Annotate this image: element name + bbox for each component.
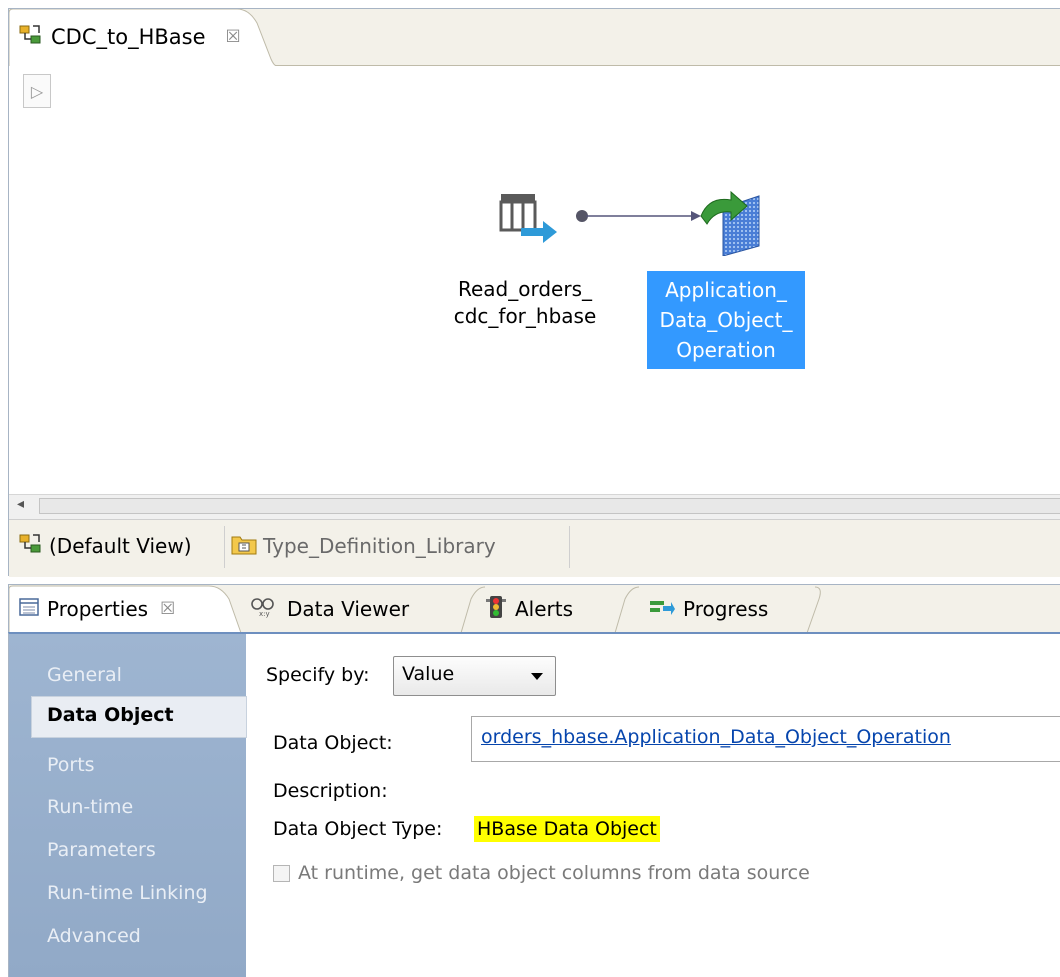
tab-alerts[interactable]: Alerts bbox=[485, 585, 573, 633]
properties-body: General Data Object Ports Run-time Param… bbox=[8, 632, 1060, 977]
mapping-icon bbox=[19, 533, 43, 560]
tab-separator bbox=[569, 526, 570, 568]
nav-item-run-time[interactable]: Run-time bbox=[47, 796, 133, 818]
properties-icon bbox=[19, 597, 39, 621]
read-transformation-label[interactable]: Read_orders_ cdc_for_hbase bbox=[449, 276, 601, 330]
editor-tab-title: CDC_to_HBase bbox=[51, 25, 206, 49]
write-label-line-2: Data_Object_ bbox=[659, 308, 793, 332]
specify-by-select[interactable]: Value bbox=[393, 656, 556, 696]
nav-item-ports[interactable]: Ports bbox=[47, 754, 95, 776]
runtime-columns-option: At runtime, get data object columns from… bbox=[273, 862, 810, 884]
read-label-line-1: Read_orders_ bbox=[457, 277, 592, 301]
data-viewer-icon: x:y bbox=[249, 596, 279, 623]
tab-separator bbox=[224, 526, 225, 568]
properties-content: Specify by: Value Data Object: orders_hb… bbox=[246, 634, 1060, 977]
data-object-link[interactable]: orders_hbase.Application_Data_Object_Ope… bbox=[481, 726, 951, 748]
library-folder-icon bbox=[231, 533, 257, 560]
read-label-line-2: cdc_for_hbase bbox=[453, 304, 597, 328]
editor-tab-bar: CDC_to_HBase ☒ bbox=[9, 9, 1060, 66]
tab-data-viewer[interactable]: x:y Data Viewer bbox=[249, 585, 409, 633]
nav-item-advanced[interactable]: Advanced bbox=[47, 925, 141, 947]
specify-by-value: Value bbox=[402, 663, 455, 685]
write-data-object-icon[interactable] bbox=[697, 186, 767, 257]
tab-type-definition-library[interactable]: Type_Definition_Library bbox=[231, 528, 496, 564]
mapping-canvas[interactable]: ▷ Read_orders_ cdc_for_hbase Application… bbox=[9, 66, 1060, 494]
properties-panel: Properties ☒ x:y Data Viewer Alerts Prog… bbox=[8, 584, 1060, 977]
traffic-light-icon bbox=[485, 595, 507, 624]
chevron-down-icon bbox=[531, 673, 543, 680]
close-icon[interactable]: ☒ bbox=[160, 599, 175, 619]
play-icon: ▷ bbox=[30, 81, 44, 101]
runtime-columns-label: At runtime, get data object columns from… bbox=[298, 862, 810, 884]
tab-default-view-label: (Default View) bbox=[49, 534, 192, 558]
tab-progress-label: Progress bbox=[683, 597, 769, 621]
specify-by-label: Specify by: bbox=[266, 664, 370, 686]
horizontal-scrollbar[interactable]: ◂ bbox=[9, 494, 1060, 519]
nav-item-parameters[interactable]: Parameters bbox=[47, 839, 156, 861]
write-data-object-label[interactable]: Application_ Data_Object_ Operation bbox=[647, 271, 805, 369]
description-label: Description: bbox=[273, 780, 388, 802]
tab-type-definition-library-label: Type_Definition_Library bbox=[263, 534, 496, 558]
read-transformation-icon[interactable] bbox=[499, 192, 559, 244]
link-connector[interactable] bbox=[569, 206, 709, 226]
write-label-line-3: Operation bbox=[676, 338, 776, 362]
scrollbar-track[interactable] bbox=[39, 498, 1060, 514]
view-tab-bar: (Default View) Type_Definition_Library bbox=[9, 519, 1060, 577]
data-object-type-label: Data Object Type: bbox=[273, 818, 443, 840]
tab-alerts-label: Alerts bbox=[515, 597, 574, 621]
tab-data-viewer-label: Data Viewer bbox=[287, 597, 410, 621]
properties-nav: General Data Object Ports Run-time Param… bbox=[9, 634, 247, 977]
close-icon[interactable]: ☒ bbox=[226, 27, 241, 47]
tab-progress[interactable]: Progress bbox=[649, 585, 768, 633]
run-button[interactable]: ▷ bbox=[23, 74, 51, 108]
tab-default-view[interactable]: (Default View) bbox=[19, 528, 192, 564]
nav-item-data-object[interactable]: Data Object bbox=[47, 704, 174, 726]
progress-icon bbox=[649, 597, 675, 621]
scroll-left-icon[interactable]: ◂ bbox=[17, 496, 24, 512]
data-object-type-value: HBase Data Object bbox=[474, 816, 660, 842]
nav-item-general[interactable]: General bbox=[47, 664, 122, 686]
data-object-label: Data Object: bbox=[273, 732, 393, 754]
editor-tab-cdc-to-hbase[interactable]: CDC_to_HBase ☒ bbox=[9, 9, 277, 66]
nav-item-run-time-linking[interactable]: Run-time Linking bbox=[47, 882, 208, 904]
tab-properties[interactable]: Properties ☒ bbox=[19, 585, 175, 633]
tab-properties-label: Properties bbox=[47, 597, 149, 621]
panel-tab-bar: Properties ☒ x:y Data Viewer Alerts Prog… bbox=[8, 584, 1060, 634]
svg-text:x:y: x:y bbox=[259, 610, 270, 618]
write-label-line-1: Application_ bbox=[665, 278, 787, 302]
mapping-editor: CDC_to_HBase ☒ ▷ Read_orders_ cdc_for_hb… bbox=[8, 8, 1060, 577]
mapping-icon bbox=[19, 24, 43, 51]
runtime-columns-checkbox[interactable] bbox=[273, 864, 290, 882]
